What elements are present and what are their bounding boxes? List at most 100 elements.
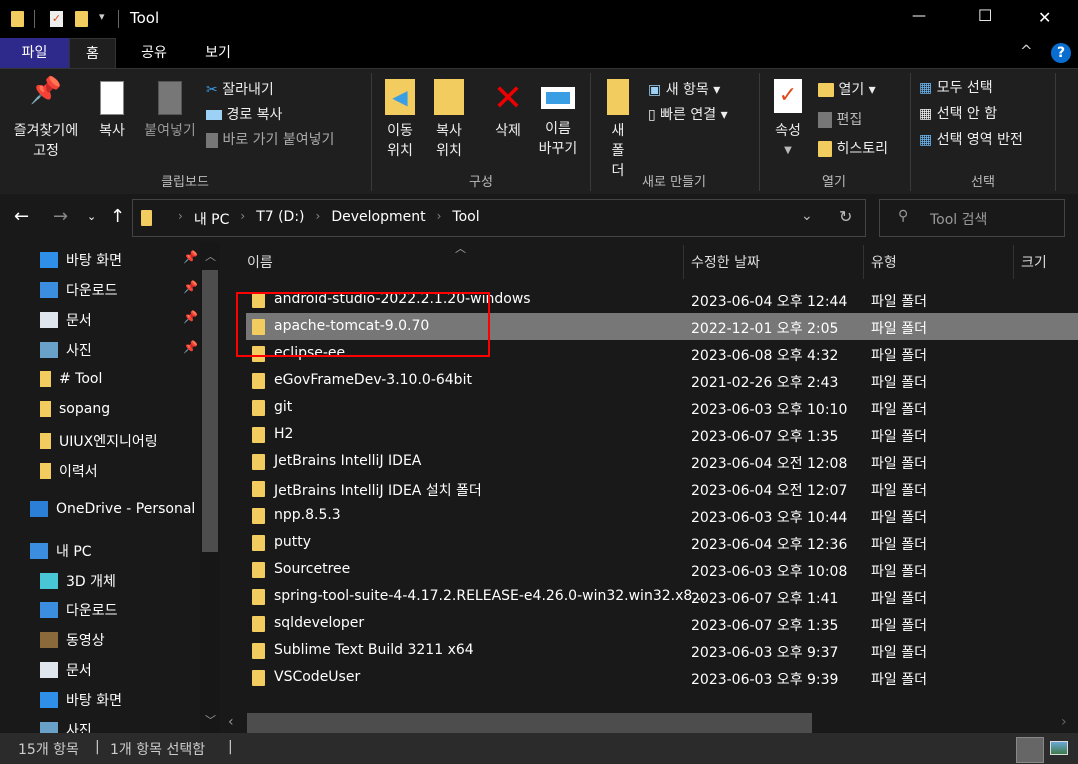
new-folder-button[interactable]: 새 폴더 [598,79,638,181]
column-divider[interactable] [683,245,684,279]
file-row[interactable]: Sourcetree 2023-06-03 오후 10:08 파일 폴더 [246,556,1078,583]
forward-button[interactable]: → [53,206,68,227]
select-none-button[interactable]: ▦ 선택 안 함 [919,103,997,123]
nav-item[interactable]: 문서 [40,660,92,680]
file-row[interactable]: npp.8.5.3 2023-06-03 오후 10:44 파일 폴더 [246,502,1078,529]
file-row[interactable]: Sublime Text Build 3211 x64 2023-06-03 오후… [246,637,1078,664]
select-all-label: 모두 선택 [936,80,993,96]
select-all-button[interactable]: ▦ 모두 선택 [919,77,993,97]
new-folder-qat-icon[interactable] [75,11,88,27]
invert-selection-button[interactable]: ▦ 선택 영역 반전 [919,129,1023,149]
column-header-size[interactable]: 크기 [1021,252,1047,272]
file-row[interactable]: JetBrains IntelliJ IDEA 설치 폴더 2023-06-04 … [246,475,1078,502]
nav-item[interactable]: 바탕 화면 [40,690,122,710]
scroll-left-icon[interactable]: ‹ [228,714,234,730]
breadcrumb-item[interactable]: Development [331,209,425,229]
tab-view[interactable]: 보기 [190,38,246,68]
nav-item[interactable]: 사진 [40,340,92,360]
nav-item[interactable]: sopang [40,401,110,417]
paste-shortcut-button[interactable]: 바로 가기 붙여넣기 [206,129,334,149]
delete-button[interactable]: ✕ 삭제 [484,79,532,141]
back-button[interactable]: ← [14,206,29,227]
scroll-down-icon[interactable]: ﹀ [205,712,216,728]
collapse-ribbon-button[interactable]: ^ [1020,42,1033,60]
easy-access-button[interactable]: ▯ 빠른 연결 ▾ [648,104,728,124]
chevron-right-icon[interactable]: › [167,209,194,229]
nav-item[interactable]: # Tool [40,371,102,387]
scroll-right-icon[interactable]: › [1061,714,1067,730]
nav-item[interactable]: 3D 개체 [40,571,116,591]
tab-file[interactable]: 파일 [0,38,69,68]
up-button[interactable]: ↑ [110,206,125,227]
nav-item[interactable]: 바탕 화면 [40,250,122,270]
search-box[interactable]: ⚲ Tool 검색 [879,199,1065,237]
nav-item[interactable]: 내 PC [30,541,92,561]
horizontal-scrollbar[interactable]: ‹ › [222,713,1078,733]
address-dropdown-icon[interactable]: ⌄ [801,208,813,224]
column-divider[interactable] [863,245,864,279]
nav-item[interactable]: 문서 [40,310,92,330]
refresh-button[interactable]: ↻ [839,207,852,226]
recent-locations-button[interactable]: ⌄ [87,210,96,223]
column-header-name[interactable]: 이름 [247,252,273,272]
history-button[interactable]: 히스토리 [818,138,888,158]
copy-path-button[interactable]: 경로 복사 [206,104,282,124]
folder-icon [252,373,265,389]
maximize-button[interactable]: ☐ [978,6,992,25]
cut-button[interactable]: ✂ 잘라내기 [206,79,274,99]
properties-qat-icon[interactable]: ✓ [50,11,63,27]
chevron-right-icon[interactable]: › [426,209,453,229]
nav-item[interactable]: 다운로드 [40,280,118,300]
copy-to-button[interactable]: 복사 위치 [425,79,473,161]
nav-scrollbar[interactable]: ︿ ﹀ [200,242,220,733]
file-row[interactable]: eGovFrameDev-3.10.0-64bit 2021-02-26 오후 2… [246,367,1078,394]
large-icons-view-button[interactable] [1050,741,1068,755]
details-view-button[interactable] [1016,737,1044,763]
file-row[interactable]: H2 2023-06-07 오후 1:35 파일 폴더 [246,421,1078,448]
scrollbar-thumb[interactable] [202,270,218,552]
file-type: 파일 폴더 [871,672,927,688]
nav-item[interactable]: UIUX엔지니어링 [40,431,158,451]
rename-button[interactable]: 이름 바꾸기 [532,79,584,159]
file-date: 2023-06-08 오후 4:32 [691,348,839,364]
help-button[interactable]: ? [1051,43,1071,63]
pin-to-quick-access-button[interactable]: 📌 즐겨찾기에 고정 [6,78,86,161]
move-to-button[interactable]: ◀ 이동 위치 [376,79,424,161]
tab-home[interactable]: 홈 [69,38,116,68]
scrollbar-thumb[interactable] [247,713,812,733]
chevron-right-icon[interactable]: › [229,209,256,229]
file-row[interactable]: spring-tool-suite-4-4.17.2.RELEASE-e4.26… [246,583,1078,610]
nav-item[interactable]: 동영상 [40,630,105,650]
nav-item[interactable]: OneDrive - Personal [30,501,195,517]
column-divider[interactable] [1013,245,1014,279]
breadcrumb-item[interactable]: 내 PC [194,209,230,229]
pin-icon[interactable]: 📌 [183,280,198,294]
pin-icon[interactable]: 📌 [183,340,198,354]
close-button[interactable]: ✕ [1038,8,1051,27]
file-row[interactable]: JetBrains IntelliJ IDEA 2023-06-04 오전 12:… [246,448,1078,475]
breadcrumb-item[interactable]: Tool [452,209,479,229]
qat-dropdown[interactable]: ▾ [99,10,105,23]
chevron-right-icon[interactable]: › [305,209,332,229]
minimize-button[interactable]: — [912,8,926,24]
tab-share[interactable]: 공유 [126,38,182,68]
scroll-up-icon[interactable]: ︿ [205,248,216,264]
pin-icon[interactable]: 📌 [183,250,198,264]
edit-button[interactable]: 편집 [818,109,862,129]
nav-item[interactable]: 이력서 [40,461,98,481]
new-item-button[interactable]: ▣ 새 항목 ▾ [648,79,720,99]
column-header-type[interactable]: 유형 [871,252,897,272]
copy-button[interactable]: 복사 [92,81,132,141]
file-row[interactable]: VSCodeUser 2023-06-03 오후 9:39 파일 폴더 [246,664,1078,691]
properties-button[interactable]: ✓ 속성 ▼ [766,79,810,161]
open-button[interactable]: 열기 ▾ [818,79,876,99]
breadcrumb-item[interactable]: T7 (D:) [256,209,304,229]
file-row[interactable]: putty 2023-06-04 오후 12:36 파일 폴더 [246,529,1078,556]
paste-button[interactable]: 붙여넣기 [138,81,202,141]
column-header-date[interactable]: 수정한 날짜 [691,252,760,272]
address-bar[interactable]: › 내 PC › T7 (D:) › Development › Tool ⌄ ↻ [132,199,866,237]
pin-icon[interactable]: 📌 [183,310,198,324]
file-row[interactable]: git 2023-06-03 오후 10:10 파일 폴더 [246,394,1078,421]
file-row[interactable]: sqldeveloper 2023-06-07 오후 1:35 파일 폴더 [246,610,1078,637]
nav-item[interactable]: 다운로드 [40,600,118,620]
